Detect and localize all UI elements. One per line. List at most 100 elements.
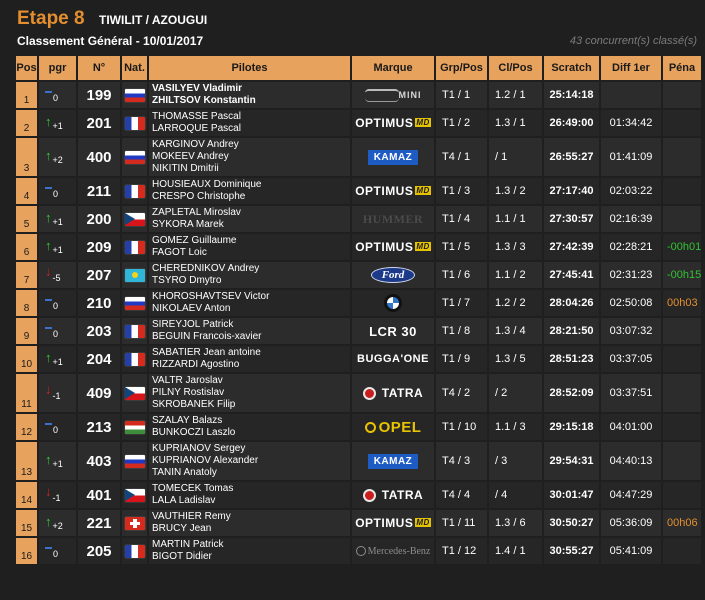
marque-cell: KAMAZ <box>352 138 436 176</box>
car-number: 207 <box>78 262 122 288</box>
class-position: 1.1 / 1 <box>489 206 544 232</box>
no-change-icon <box>45 546 52 549</box>
flag-czech-icon <box>124 386 145 400</box>
arrow-up-icon: ↑ <box>45 350 52 366</box>
progress-cell: ↑+2 <box>39 510 78 536</box>
pilot-name: SABATIER Jean antoine <box>152 347 261 358</box>
pilot-name: TSYRO Dmytro <box>152 275 222 286</box>
arrow-down-icon: ↑ <box>45 384 52 400</box>
col-header-grp[interactable]: Grp/Pos <box>436 56 489 80</box>
arrow-up-icon: ↑ <box>45 452 52 468</box>
car-number: 203 <box>78 318 122 344</box>
nationality-cell <box>122 346 149 372</box>
md-badge-icon: MD <box>415 518 431 527</box>
col-header-pgr[interactable]: pgr <box>39 56 78 80</box>
kamaz-logo: KAMAZ <box>367 149 419 165</box>
table-row[interactable]: 11 ↑-1 409 VALTR Jaroslav PILNY Rostislav SKR… <box>16 374 701 412</box>
gap-to-leader: 02:50:08 <box>601 290 663 316</box>
brand-name: Ford <box>381 269 405 281</box>
col-header-cl[interactable]: Cl/Pos <box>489 56 544 80</box>
nationality-cell <box>122 414 149 440</box>
mini-wing-icon <box>364 88 399 102</box>
group-position: T1 / 5 <box>436 234 489 260</box>
no-change-icon <box>45 326 52 329</box>
hummer-logo: HUMMER <box>363 212 423 227</box>
col-header-num[interactable]: N° <box>78 56 122 80</box>
pilot-name: VASILYEV Vladimir <box>152 83 243 94</box>
scratch-time: 27:42:39 <box>544 234 601 260</box>
table-row[interactable]: 5 ↑+1 200 ZAPLETAL Miroslav SYKORA Marek HUMM… <box>16 206 701 232</box>
col-header-nat[interactable]: Nat. <box>122 56 149 80</box>
table-row[interactable]: 16 0 205 MARTIN Patrick BIGOT Didier Mercedes… <box>16 538 701 564</box>
class-position: 1.2 / 2 <box>489 290 544 316</box>
car-number: 201 <box>78 110 122 136</box>
no-change-icon <box>45 422 52 425</box>
table-row[interactable]: 6 ↑+1 209 GOMEZ Guillaume FAGOT Loic OPTIMUS M… <box>16 234 701 260</box>
progress-cell: 0 <box>39 178 78 204</box>
brand-name: OPEL <box>378 418 422 436</box>
position-cell: 15 <box>16 510 39 536</box>
car-number: 200 <box>78 206 122 232</box>
col-header-pena[interactable]: Péna <box>663 56 701 80</box>
table-row[interactable]: 4 0 211 HOUSIEAUX Dominique CRESPO Christoph… <box>16 178 701 204</box>
col-header-marque[interactable]: Marque <box>352 56 436 80</box>
progress-cell: ↑-5 <box>39 262 78 288</box>
class-position: 1.3 / 2 <box>489 178 544 204</box>
progress-cell: 0 <box>39 318 78 344</box>
pilots-cell: SABATIER Jean antoine RIZZARDI Agostino <box>149 346 352 372</box>
pilots-cell: CHEREDNIKOV Andrey TSYRO Dmytro <box>149 262 352 288</box>
nationality-cell <box>122 318 149 344</box>
table-row[interactable]: 9 0 203 SIREYJOL Patrick BEGUIN Francois-xav… <box>16 318 701 344</box>
table-row[interactable]: 14 ↑-1 401 TOMECEK Tomas LALA Ladislav TATRA T… <box>16 482 701 508</box>
pilot-name: SZALAY Balazs <box>152 415 223 426</box>
gap-to-leader: 02:03:22 <box>601 178 663 204</box>
pilots-cell: VALTR Jaroslav PILNY Rostislav SKROBANEK F… <box>149 374 352 412</box>
position-cell: 12 <box>16 414 39 440</box>
ford-logo: Ford <box>370 267 416 283</box>
group-position: T1 / 8 <box>436 318 489 344</box>
pilot-name: ZAPLETAL Miroslav <box>152 207 241 218</box>
table-row[interactable]: 8 0 210 KHOROSHAVTSEV Victor NIKOLAEV Anton T… <box>16 290 701 316</box>
pilot-name: FAGOT Loic <box>152 247 207 258</box>
md-badge-icon: MD <box>415 242 431 251</box>
col-header-pos[interactable]: Pos <box>16 56 39 80</box>
optimus-logo: OPTIMUS MD <box>355 240 431 254</box>
position-cell: 8 <box>16 290 39 316</box>
penalty-cell: 00h03 <box>663 290 701 316</box>
pilot-name: MARTIN Patrick <box>152 539 224 550</box>
marque-cell: MINI <box>352 82 436 108</box>
scratch-time: 27:17:40 <box>544 178 601 204</box>
nationality-cell <box>122 178 149 204</box>
progress-value: 0 <box>53 188 59 199</box>
marque-cell: Mercedes-Benz <box>352 538 436 564</box>
table-row[interactable]: 15 ↑+2 221 VAUTHIER Remy BRUCY Jean OPTIMUS MD… <box>16 510 701 536</box>
table-row[interactable]: 13 ↑+1 403 KUPRIANOV Sergey KUPRIANOV Alexan… <box>16 442 701 480</box>
progress-cell: ↑+1 <box>39 234 78 260</box>
penalty-cell <box>663 482 701 508</box>
col-header-pilots[interactable]: Pilotes <box>149 56 352 80</box>
pilots-cell: VAUTHIER Remy BRUCY Jean <box>149 510 352 536</box>
scratch-time: 25:14:18 <box>544 82 601 108</box>
marque-cell: HUMMER <box>352 206 436 232</box>
class-position: 1.3 / 4 <box>489 318 544 344</box>
brand-name: OPTIMUS <box>355 116 414 130</box>
bmw-roundel-icon <box>384 294 402 312</box>
progress-cell: ↑+1 <box>39 110 78 136</box>
table-row[interactable]: 12 0 213 SZALAY Balazs BUNKOCZI Laszlo OPEL T1… <box>16 414 701 440</box>
table-row[interactable]: 1 0 199 VASILYEV Vladimir ZHILTSOV Konstanti… <box>16 82 701 108</box>
buggaone-logo: BUGGA'ONE <box>357 353 429 365</box>
col-header-scratch[interactable]: Scratch <box>544 56 601 80</box>
table-row[interactable]: 10 ↑+1 204 SABATIER Jean antoine RIZZARDI Ag… <box>16 346 701 372</box>
class-position: / 2 <box>489 374 544 412</box>
position-cell: 14 <box>16 482 39 508</box>
col-header-diff[interactable]: Diff 1er <box>601 56 663 80</box>
position-cell: 5 <box>16 206 39 232</box>
brand-name: MINI <box>398 89 422 100</box>
table-row[interactable]: 2 ↑+1 201 THOMASSE Pascal LARROQUE Pascal OPT… <box>16 110 701 136</box>
pilots-cell: HOUSIEAUX Dominique CRESPO Christophe <box>149 178 352 204</box>
progress-value: +2 <box>52 154 63 165</box>
table-row[interactable]: 7 ↑-5 207 CHEREDNIKOV Andrey TSYRO Dmytro For… <box>16 262 701 288</box>
progress-value: -5 <box>52 272 61 283</box>
arrow-up-icon: ↑ <box>45 514 52 530</box>
table-row[interactable]: 3 ↑+2 400 KARGINOV Andrey MOKEEV Andrey NIKIT… <box>16 138 701 176</box>
